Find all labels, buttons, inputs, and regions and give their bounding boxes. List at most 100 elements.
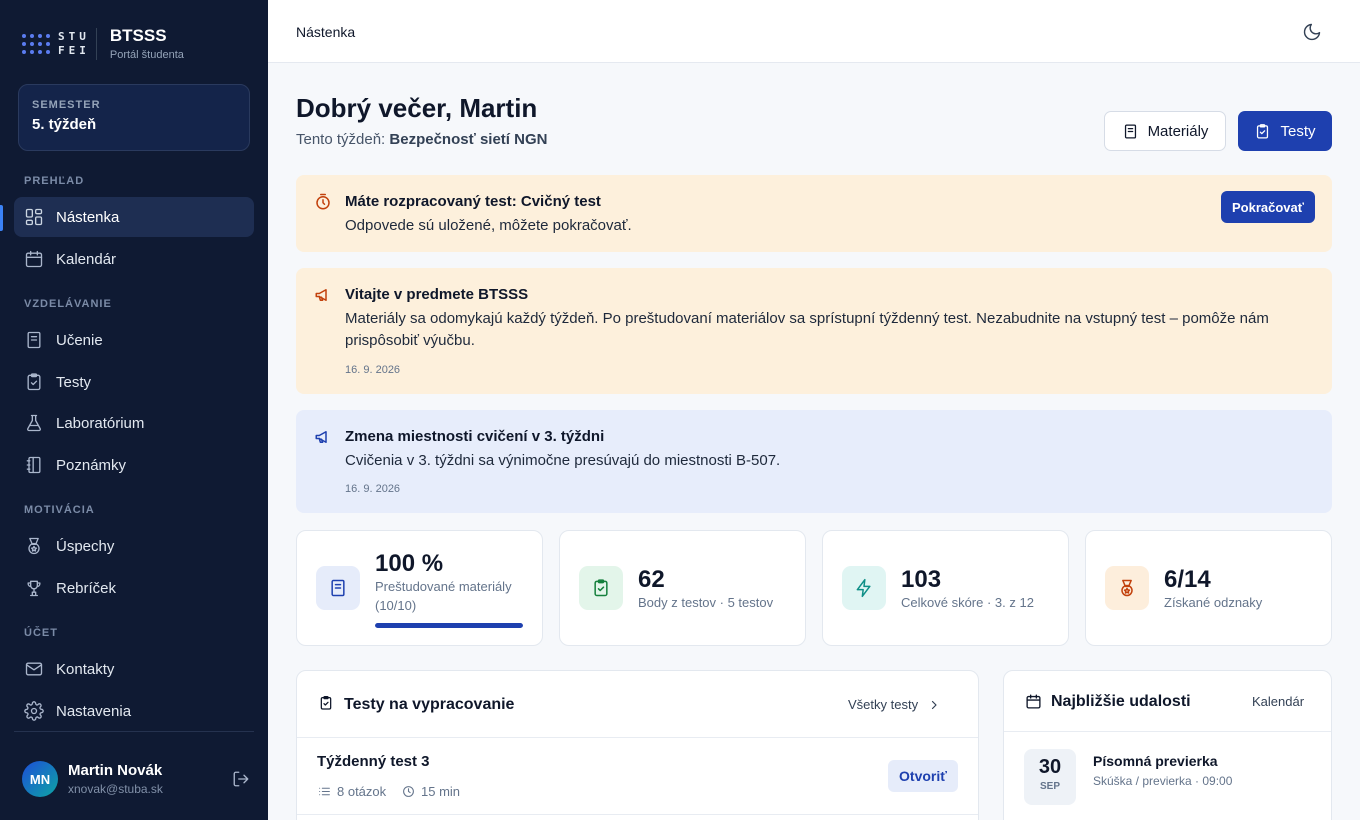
announcement-room-change: Zmena miestnosti cvičení v 3. týždni Cvi… (296, 410, 1332, 513)
sidebar-item-label: Laboratórium (56, 414, 145, 432)
announcement-text: Materiály sa odomykajú každý týždeň. Po … (345, 310, 1269, 349)
test-duration: 15 min (402, 784, 460, 799)
sidebar-item-label: Nástenka (56, 208, 120, 226)
materials-progress-bar (375, 623, 523, 628)
mail-icon (25, 662, 43, 676)
event-date: 30 SEP (1024, 749, 1076, 805)
book-icon (316, 566, 360, 610)
brand-subtitle: Portál študenta (109, 49, 184, 61)
sidebar-item-achievements[interactable]: Úspechy (14, 526, 254, 566)
week-topic: Bezpečnosť sietí NGN (389, 131, 548, 148)
lightning-icon (842, 566, 886, 610)
sidebar-item-label: Poznámky (56, 456, 127, 474)
stat-value: 103 (901, 566, 942, 593)
megaphone-icon (315, 289, 327, 301)
sidebar-item-label: Učenie (56, 331, 103, 349)
sidebar-divider (14, 731, 254, 732)
sidebar-item-label: Nastavenia (56, 702, 132, 720)
stat-card-badges: 6/14 Získané odznaky (1085, 530, 1332, 646)
dashboard-icon (25, 208, 43, 226)
flask-icon (27, 414, 41, 432)
progress-fill (375, 623, 523, 628)
sidebar-item-label: Kontakty (56, 660, 115, 678)
sidebar-item-leaderboard[interactable]: Rebríček (14, 568, 254, 608)
sidebar-item-label: Kalendár (56, 250, 117, 268)
calendar-icon (1026, 694, 1041, 709)
user-name: Martin Novák (68, 762, 163, 779)
alert-title: Máte rozpracovaný test: Cvičný test (345, 193, 601, 210)
page-title: Dobrý večer, Martin (296, 93, 538, 123)
test-name: Týždenný test 3 (317, 753, 430, 770)
stat-label: Získané odznaky (1164, 595, 1263, 610)
chevron-right-icon (931, 700, 937, 709)
stat-label: Preštudované materiály (375, 579, 512, 594)
sidebar-item-contacts[interactable]: Kontakty (14, 649, 254, 689)
sidebar-item-laboratory[interactable]: Laboratórium (14, 403, 254, 443)
calendar-link[interactable]: Kalendár (1252, 694, 1304, 709)
stat-card-test-points: 62 Body z testov · 5 testov (559, 530, 806, 646)
event-subtitle: Skúška / previerka · 09:00 (1093, 774, 1233, 788)
breadcrumb: Nástenka (296, 24, 356, 40)
sidebar-item-dashboard[interactable]: Nástenka (14, 197, 254, 237)
calendar-icon (25, 250, 43, 268)
stu-logo-dots (22, 34, 50, 54)
event-title[interactable]: Písomná previerka (1093, 753, 1218, 769)
notebook-icon (26, 456, 41, 474)
logout-icon (233, 771, 249, 787)
tests-to-complete-card: Testy na vypracovanie Všetky testy Týžde… (296, 670, 979, 820)
sidebar-item-settings[interactable]: Nastavenia (14, 691, 254, 731)
event-day: 30 (1038, 756, 1062, 778)
active-indicator (0, 205, 3, 231)
gear-icon (24, 701, 44, 721)
trophy-icon (27, 580, 41, 597)
theme-toggle-button[interactable] (1302, 22, 1322, 42)
in-progress-test-alert: Máte rozpracovaný test: Cvičný test Odpo… (296, 175, 1332, 252)
tests-button[interactable]: Testy (1238, 111, 1332, 151)
announcement-date: 16. 9. 2026 (345, 364, 401, 376)
continue-button[interactable]: Pokračovať (1221, 191, 1315, 223)
clock-icon (403, 786, 414, 797)
megaphone-icon (315, 431, 327, 443)
user-profile: MN Martin Novák xnovak@stuba.sk (22, 761, 250, 797)
open-test-button[interactable]: Otvoriť (888, 760, 958, 792)
sidebar-section-motivation: MOTIVÁCIA (24, 504, 95, 516)
alert-text: Odpovede sú uložené, môžete pokračovať. (345, 217, 632, 234)
avatar[interactable]: MN (22, 761, 58, 797)
list-icon (319, 787, 330, 796)
brand[interactable]: STU FEI BTSSS Portál študenta (22, 26, 184, 62)
clipboard-check-icon (27, 373, 41, 391)
sidebar-item-label: Rebríček (56, 579, 117, 597)
sidebar-section-education: VZDELÁVANIE (24, 298, 112, 310)
week-info: Tento týždeň: Bezpečnosť sietí NGN (296, 131, 548, 148)
sidebar-item-learning[interactable]: Učenie (14, 320, 254, 360)
announcement-title: Vitajte v predmete BTSSS (345, 286, 529, 303)
card-title: Najbližšie udalosti (1051, 693, 1191, 710)
sidebar-section-account: ÚČET (24, 627, 58, 639)
semester-label: SEMESTER (32, 99, 101, 111)
stat-label: Body z testov · 5 testov (638, 595, 774, 610)
test-question-count: 8 otázok (318, 784, 386, 799)
event-month: SEP (1039, 781, 1060, 792)
logout-button[interactable] (232, 770, 250, 788)
sidebar-item-label: Úspechy (56, 537, 115, 555)
stat-value: 6/14 (1164, 566, 1211, 593)
brand-title: BTSSS (109, 26, 167, 45)
stat-sublabel: (10/10) (375, 598, 417, 613)
stu-fei-logo-text: STU FEI (58, 30, 90, 57)
book-icon (1124, 123, 1136, 139)
stat-card-total-score: 103 Celkové skóre · 3. z 12 (822, 530, 1069, 646)
upcoming-events-card: Najbližšie udalosti Kalendár 30 SEP Píso… (1003, 670, 1332, 820)
sidebar-item-calendar[interactable]: Kalendár (14, 239, 254, 279)
sidebar-item-notes[interactable]: Poznámky (14, 445, 254, 485)
materials-button[interactable]: Materiály (1104, 111, 1226, 151)
all-tests-link[interactable]: Všetky testy (848, 697, 940, 712)
sidebar-section-overview: PREHĽAD (24, 175, 85, 187)
medal-icon (28, 537, 40, 555)
stat-card-materials: 100 % Preštudované materiály (10/10) (296, 530, 543, 646)
announcement-title: Zmena miestnosti cvičení v 3. týždni (345, 428, 605, 445)
stat-value: 62 (638, 566, 665, 593)
clipboard-check-icon (320, 696, 332, 710)
clipboard-check-icon (1257, 123, 1269, 139)
user-email: xnovak@stuba.sk (68, 782, 163, 796)
sidebar-item-tests[interactable]: Testy (14, 362, 254, 402)
